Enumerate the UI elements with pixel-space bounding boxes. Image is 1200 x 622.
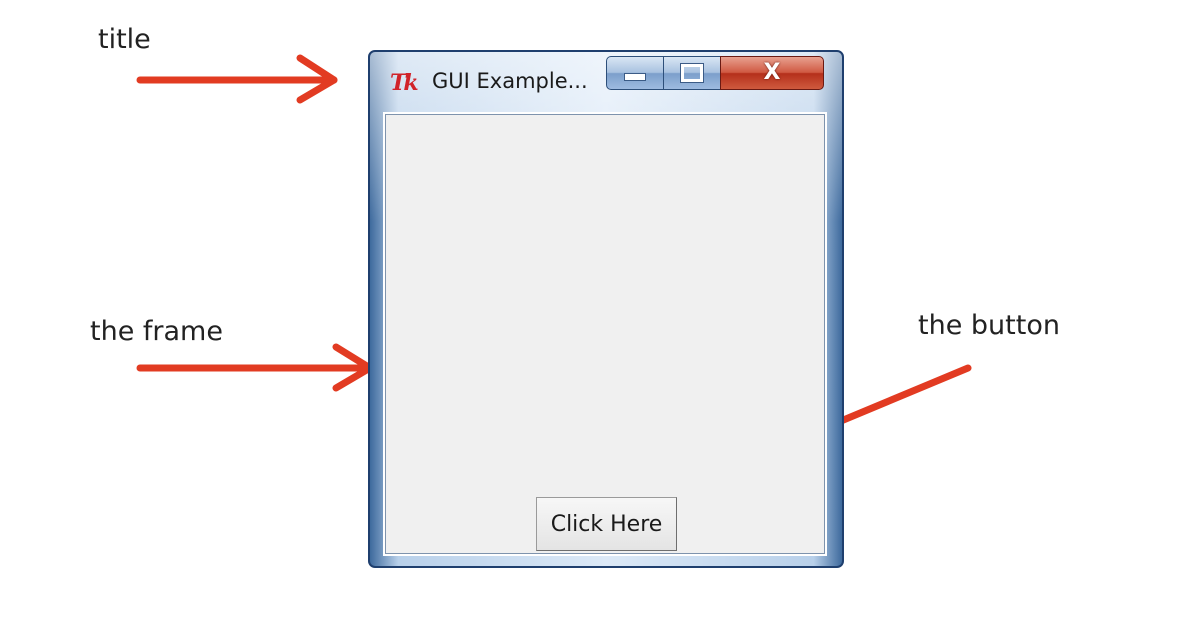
main-frame: Click Here (385, 114, 825, 554)
title-arrow (136, 54, 338, 104)
minimize-icon (624, 73, 646, 81)
close-icon: X (763, 60, 781, 85)
maximize-button[interactable] (663, 56, 721, 90)
frame-arrow (136, 343, 374, 392)
window-title: GUI Example... (432, 69, 588, 93)
close-button[interactable]: X (720, 56, 824, 90)
stage: title the frame the button Tk GUI Exampl… (0, 0, 1200, 622)
minimize-button[interactable] (606, 56, 664, 90)
click-here-button[interactable]: Click Here (536, 497, 677, 551)
maximize-icon (681, 64, 703, 82)
window-titlebar[interactable]: Tk GUI Example... X (370, 52, 842, 114)
app-window: Tk GUI Example... X Click Here (368, 50, 844, 568)
tk-logo-icon: Tk (390, 70, 419, 96)
